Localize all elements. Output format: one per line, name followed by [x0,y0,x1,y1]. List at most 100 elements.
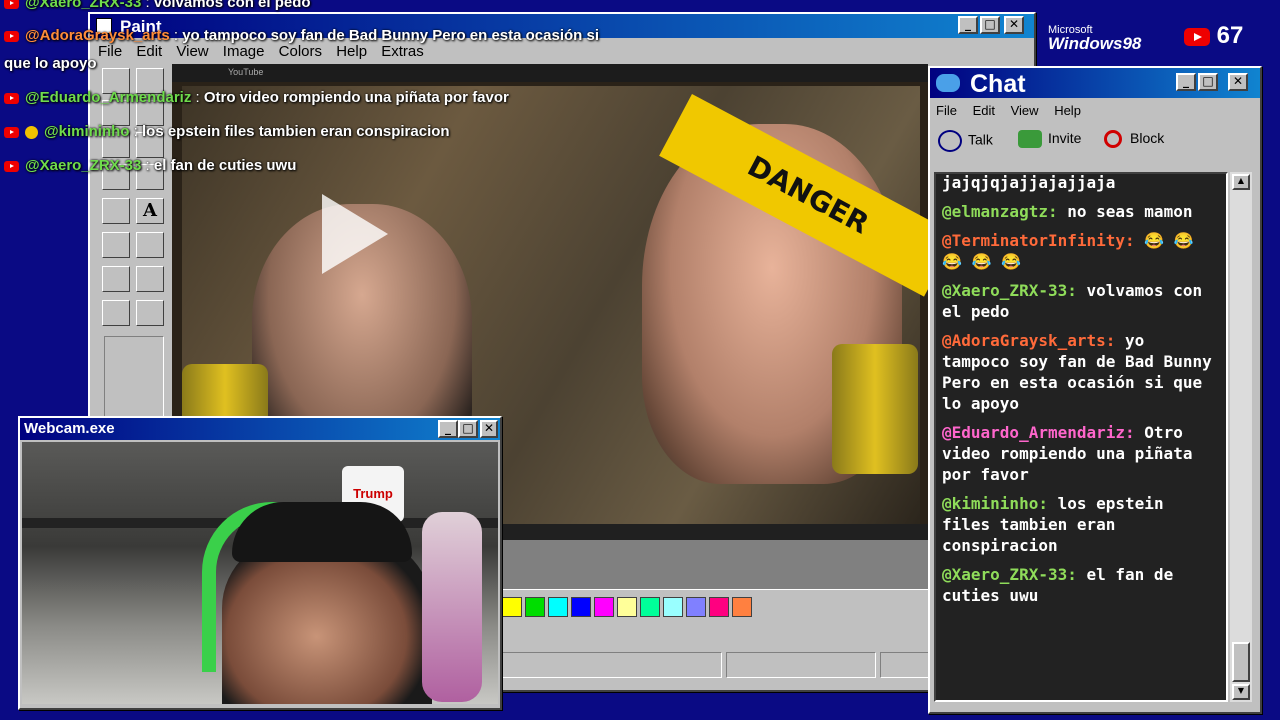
close-button[interactable]: ✕ [1004,16,1024,34]
palette-color[interactable] [502,597,522,617]
overlay-user: @AdoraGraysk_arts [25,27,170,44]
overlay-chat-line: @Xaero_ZRX-33 : el fan de cuties uwu [4,157,296,174]
webcam-titlebar[interactable]: Webcam.exe _ □ ✕ [20,418,500,440]
block-button[interactable]: Block [1104,130,1164,149]
status-cell [726,652,876,678]
line-tool[interactable] [102,232,130,258]
chat-people-icon [936,74,960,92]
chat-menu-view[interactable]: View [1011,103,1039,118]
overlay-message: Otro video rompiendo una piñata por favo… [203,89,509,106]
youtube-icon [4,126,19,138]
overlay-chat-line: @Xaero_ZRX-33 : volvamos con el pedo [4,0,311,11]
chat-message-pane[interactable]: jajqjqjajjajajjaja @elmanzagtz: no seas … [934,172,1228,702]
overlay-chat-line: @Eduardo_Armendariz : Otro video rompien… [4,89,509,106]
palette-color[interactable] [548,597,568,617]
chat-message: @elmanzagtz: no seas mamon [942,201,1220,222]
minimize-button[interactable]: _ [958,16,978,34]
menu-edit[interactable]: Edit [136,43,162,60]
palette-color[interactable] [571,597,591,617]
minimize-button[interactable]: _ [438,420,458,438]
palette-color[interactable] [663,597,683,617]
palette-color[interactable] [617,597,637,617]
chat-menu-edit[interactable]: Edit [973,103,995,118]
palette-color[interactable] [732,597,752,617]
viewer-count: 67 [1184,22,1243,50]
polygon-tool[interactable] [136,266,164,292]
maximize-button[interactable]: □ [1198,73,1218,91]
chat-message: jajqjqjajjajajjaja [942,173,1220,193]
youtube-icon [4,160,19,172]
chat-message-user: @TerminatorInfinity: [942,231,1135,250]
chat-message: @TerminatorInfinity: 😂 😂 😂 😂 😂 [942,230,1220,272]
overlay-chat-line: @kimininho : los epstein files tambien e… [4,123,450,140]
overlay-chat-line: que lo apoyo [4,55,97,72]
play-icon[interactable] [322,194,388,274]
minimize-button[interactable]: _ [1176,73,1196,91]
menu-view[interactable]: View [176,43,208,60]
menu-file[interactable]: File [98,43,122,60]
talk-icon [938,130,962,152]
overlay-user: @Eduardo_Armendariz [25,89,192,106]
talk-button[interactable]: Talk [938,130,993,152]
chat-message: @Eduardo_Armendariz: Otro video rompiend… [942,422,1220,485]
invite-icon [1018,130,1042,149]
palette-color[interactable] [709,597,729,617]
close-button[interactable]: ✕ [1228,73,1248,91]
youtube-icon [1184,27,1210,46]
overlay-user: @Xaero_ZRX-33 [25,157,142,174]
palette-color[interactable] [640,597,660,617]
figurine [422,512,482,702]
cap [232,502,412,562]
invite-button[interactable]: Invite [1018,130,1081,149]
webcam-title: Webcam.exe [24,420,115,437]
chat-message: @Xaero_ZRX-33: volvamos con el pedo [942,280,1220,322]
chat-titlebar[interactable]: Chat _ □ ✕ [930,68,1260,98]
paint-menubar: File Edit View Image Colors Help Extras [98,43,434,60]
palette-color[interactable] [686,597,706,617]
overlay-message: volvamos con el pedo [153,0,311,11]
chat-message-text: jajqjqjajjajajjaja [942,173,1116,192]
rounded-rect-tool[interactable] [136,300,164,326]
menu-colors[interactable]: Colors [279,43,322,60]
menu-help[interactable]: Help [336,43,367,60]
chat-message-user: @elmanzagtz: [942,202,1058,221]
menu-extras[interactable]: Extras [381,43,424,60]
chat-message-user: @Xaero_ZRX-33: [942,281,1077,300]
scroll-thumb[interactable] [1232,642,1250,682]
overlay-message: que lo apoyo [4,55,97,72]
curve-tool[interactable] [136,232,164,258]
close-button[interactable]: ✕ [480,420,498,438]
scroll-up-button[interactable]: ▲ [1232,174,1250,190]
ellipse-tool[interactable] [102,300,130,326]
chat-message: @kimininho: los epstein files tambien er… [942,493,1220,556]
webcam-window: Webcam.exe _ □ ✕ Trump [18,416,502,710]
chat-message-user: @kimininho: [942,494,1048,513]
rectangle-tool[interactable] [102,266,130,292]
mug-text: Trump [353,486,393,501]
overlay-user: @Xaero_ZRX-33 [25,0,142,11]
chat-message-user: @AdoraGraysk_arts: [942,331,1116,350]
overlay-chat-line: @AdoraGraysk_arts : yo tampoco soy fan d… [4,27,599,44]
menu-image[interactable]: Image [223,43,265,60]
windows-label: Windows98 [1048,34,1142,53]
windows98-logo: Microsoft Windows98 [1048,24,1141,54]
chat-message: @AdoraGraysk_arts: yo tampoco soy fan de… [942,330,1220,414]
maximize-button[interactable]: □ [458,420,478,438]
chat-scrollbar[interactable]: ▲ ▼ [1230,172,1252,702]
airbrush-tool[interactable] [102,198,130,224]
chat-menu-help[interactable]: Help [1054,103,1081,118]
youtube-icon [4,0,19,9]
youtube-icon [4,92,19,104]
palette-color[interactable] [594,597,614,617]
palette-color[interactable] [525,597,545,617]
maximize-button[interactable]: □ [980,16,1000,34]
chat-menu-file[interactable]: File [936,103,957,118]
scroll-down-button[interactable]: ▼ [1232,684,1250,700]
tool-options-box[interactable] [104,336,164,418]
youtube-tab-label: YouTube [228,67,264,77]
chat-message: @Xaero_ZRX-33: el fan de cuties uwu [942,564,1220,606]
chat-menubar: File Edit View Help [936,103,1081,118]
overlay-message: los epstein files tambien eran conspirac… [141,123,450,140]
text-tool[interactable]: A [136,198,164,224]
chat-window: Chat _ □ ✕ File Edit View Help Talk Invi… [928,66,1262,714]
